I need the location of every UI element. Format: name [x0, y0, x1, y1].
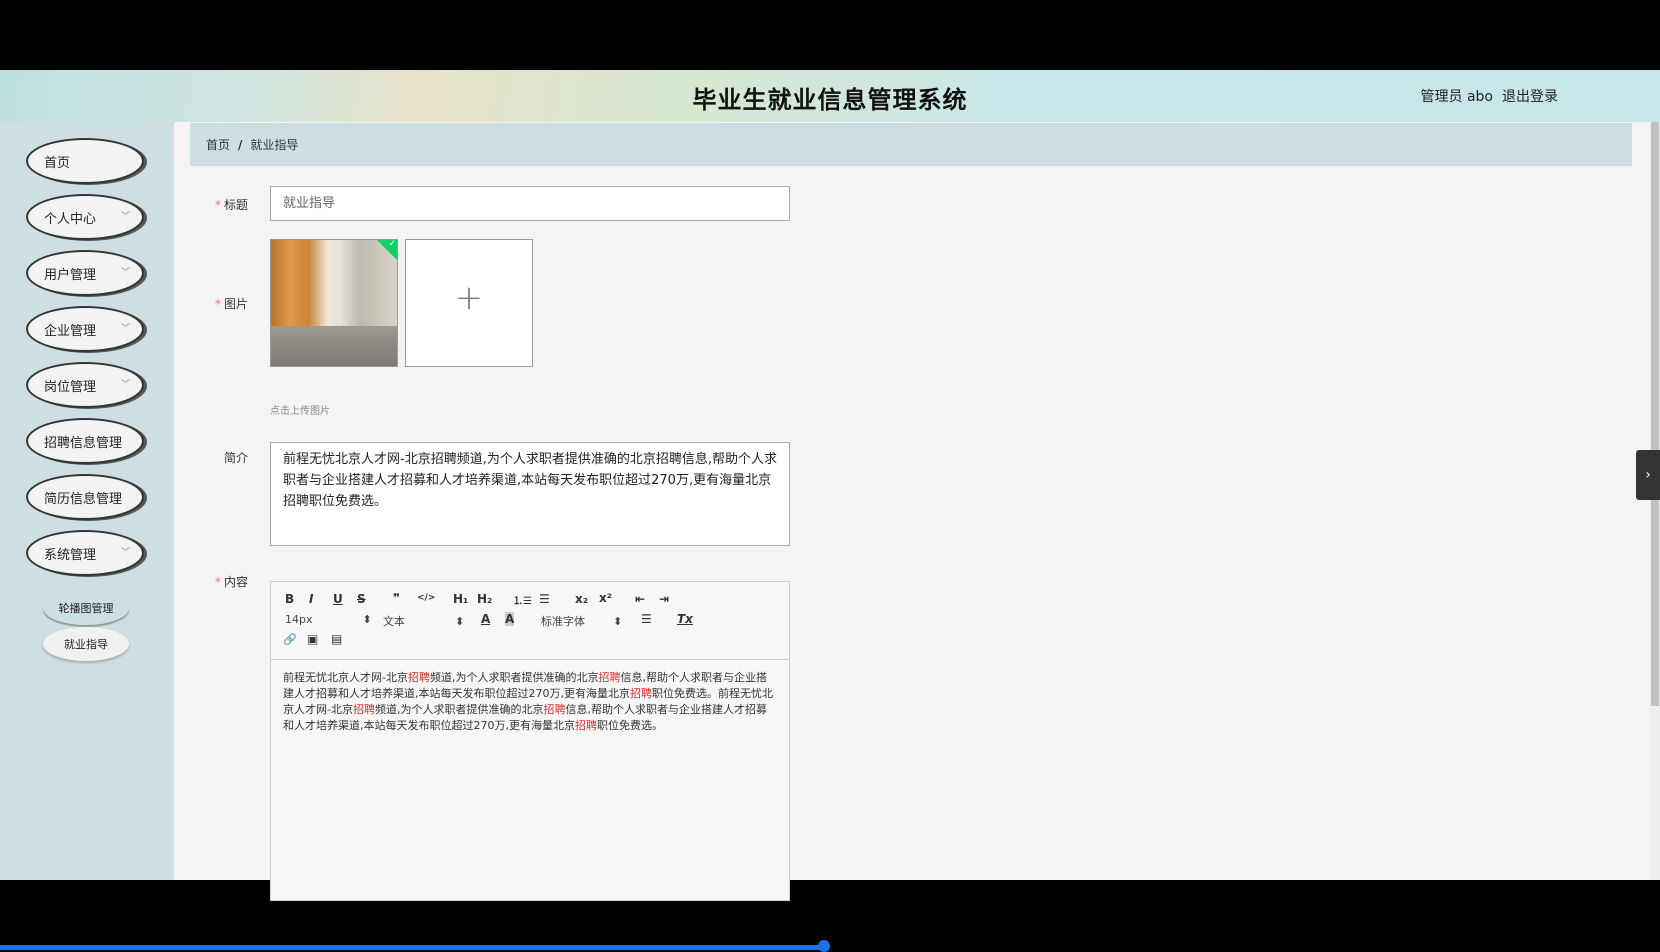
sidebar-item[interactable]: 系统管理 ﹀: [26, 530, 144, 576]
plus-icon: +: [454, 278, 484, 318]
blockquote-button[interactable]: ❞: [393, 591, 400, 605]
breadcrumb-separator: /: [238, 137, 243, 152]
text-segment: 频道,为个人求职者提供准确的北京: [374, 703, 544, 716]
highlighted-text: 招聘: [352, 703, 375, 716]
sidebar-item-label: 用户管理: [44, 267, 97, 283]
bullet-list-button[interactable]: ☰: [539, 592, 550, 606]
highlighted-text: 招聘: [543, 703, 566, 716]
chevron-down-icon: ﹀: [120, 212, 130, 222]
font-size-select[interactable]: 14px ⬍: [285, 613, 372, 626]
text-segment: 职位免费选。: [597, 719, 663, 732]
image-button[interactable]: ▣: [307, 632, 318, 646]
text-segment: 频道,为个人求职者提供准确的北京: [429, 671, 599, 684]
sidebar-item-label: 招聘信息管理: [44, 435, 123, 451]
sidebar-item[interactable]: 简历信息管理: [26, 474, 144, 520]
current-user: 管理员 abo: [1420, 89, 1493, 105]
sidebar-item-label: 个人中心: [44, 211, 97, 227]
app-header: 毕业生就业信息管理系统 管理员 abo 退出登录: [0, 70, 1660, 122]
ordered-list-button[interactable]: ⒈☰: [513, 592, 532, 607]
header1-button[interactable]: H₁: [453, 592, 468, 606]
subscript-button[interactable]: x₂: [575, 592, 588, 606]
scrollbar-thumb[interactable]: [1651, 122, 1659, 706]
upload-success-icon: ✓: [376, 240, 397, 261]
sidebar-item[interactable]: 招聘信息管理: [26, 418, 144, 464]
chevron-right-icon: ›: [1645, 467, 1651, 483]
highlighted-text: 招聘: [630, 687, 652, 700]
editor-content[interactable]: 前程无忧北京人才网-北京招聘频道,为个人求职者提供准确的北京招聘信息,帮助个人求…: [271, 660, 789, 744]
header-select[interactable]: 文本 ⬍: [383, 613, 464, 629]
align-button[interactable]: ☰: [641, 612, 652, 626]
highlighted-text: 招聘: [575, 719, 597, 732]
sidebar-subitem[interactable]: 轮播图管理: [43, 591, 129, 625]
sidebar-item-label: 系统管理: [44, 547, 97, 563]
sidebar: 首页个人中心 ﹀ 用户管理 ﹀ 企业管理 ﹀ 岗位管理 ﹀ 招聘信息管理 简历信息管理 系统管理 ﹀ 轮…: [0, 122, 174, 880]
rich-text-editor: B I U S ❞ </> H₁ H₂ ⒈☰ ☰ x₂ x² ⇤ ⇥ 14px ⬍…: [270, 581, 790, 901]
link-button[interactable]: 🔗: [283, 633, 297, 646]
sidebar-item[interactable]: 个人中心 ﹀: [26, 194, 144, 240]
upload-hint: 点击上传图片: [270, 406, 330, 417]
code-block-button[interactable]: </>: [417, 593, 435, 603]
video-progress-bar[interactable]: [0, 945, 826, 950]
title-input[interactable]: 就业指导: [270, 186, 790, 221]
strike-button[interactable]: S: [357, 592, 366, 606]
sidebar-item[interactable]: 首页: [26, 138, 144, 184]
sidebar-item-label: 企业管理: [44, 323, 97, 339]
bold-button[interactable]: B: [285, 592, 294, 606]
header2-button[interactable]: H₂: [477, 592, 492, 606]
video-progress-handle[interactable]: [818, 940, 830, 952]
text-segment: 前程无忧北京人才网-北京: [283, 671, 408, 684]
upload-image-button[interactable]: +: [405, 239, 533, 367]
title-label: * 标题: [214, 198, 248, 212]
sidebar-item[interactable]: 岗位管理 ﹀: [26, 362, 144, 408]
font-family-select[interactable]: 标准字体 ⬍: [541, 613, 622, 629]
indent-button[interactable]: ⇥: [659, 592, 669, 606]
sidebar-item-label: 简历信息管理: [44, 491, 123, 507]
intro-label: 简介: [223, 451, 248, 465]
sidebar-subitem[interactable]: 就业指导: [43, 627, 129, 661]
side-panel-toggle[interactable]: ›: [1636, 450, 1660, 500]
sidebar-item[interactable]: 企业管理 ﹀: [26, 306, 144, 352]
sidebar-item-label: 首页: [44, 155, 71, 171]
chevron-down-icon: ﹀: [120, 548, 130, 558]
breadcrumb: 首页 / 就业指导: [190, 123, 1632, 166]
video-button[interactable]: ▤: [331, 632, 342, 646]
editor-toolbar: B I U S ❞ </> H₁ H₂ ⒈☰ ☰ x₂ x² ⇤ ⇥ 14px ⬍…: [271, 582, 789, 660]
logout-button[interactable]: 退出登录: [1502, 86, 1558, 106]
content-label: * 内容: [214, 575, 248, 589]
italic-button[interactable]: I: [309, 592, 313, 606]
sidebar-item[interactable]: 用户管理 ﹀: [26, 250, 144, 296]
image-label: * 图片: [214, 297, 248, 311]
highlighted-text: 招聘: [407, 671, 430, 684]
highlighted-text: 招聘: [598, 671, 621, 684]
uploaded-image[interactable]: ✓: [270, 239, 398, 367]
background-color-button[interactable]: A: [505, 612, 515, 626]
app-title: 毕业生就业信息管理系统: [692, 86, 968, 114]
breadcrumb-current: 就业指导: [250, 138, 299, 152]
chevron-down-icon: ﹀: [120, 268, 130, 278]
chevron-down-icon: ﹀: [120, 324, 130, 334]
breadcrumb-home[interactable]: 首页: [206, 136, 230, 153]
text-color-button[interactable]: A: [481, 612, 490, 626]
chevron-down-icon: ﹀: [120, 380, 130, 390]
outdent-button[interactable]: ⇤: [635, 592, 645, 606]
sidebar-item-label: 岗位管理: [44, 379, 97, 395]
underline-button[interactable]: U: [333, 592, 343, 606]
clean-format-button[interactable]: Tx: [677, 612, 693, 626]
main-content: 首页 / 就业指导 * 标题 就业指导 * 图片 ✓ + 点击上传图片 简介 前程无…: [174, 122, 1650, 901]
intro-textarea[interactable]: 前程无忧北京人才网-北京招聘频道,为个人求职者提供准确的北京招聘信息,帮助个人求…: [270, 442, 790, 546]
superscript-button[interactable]: x²: [599, 591, 612, 605]
